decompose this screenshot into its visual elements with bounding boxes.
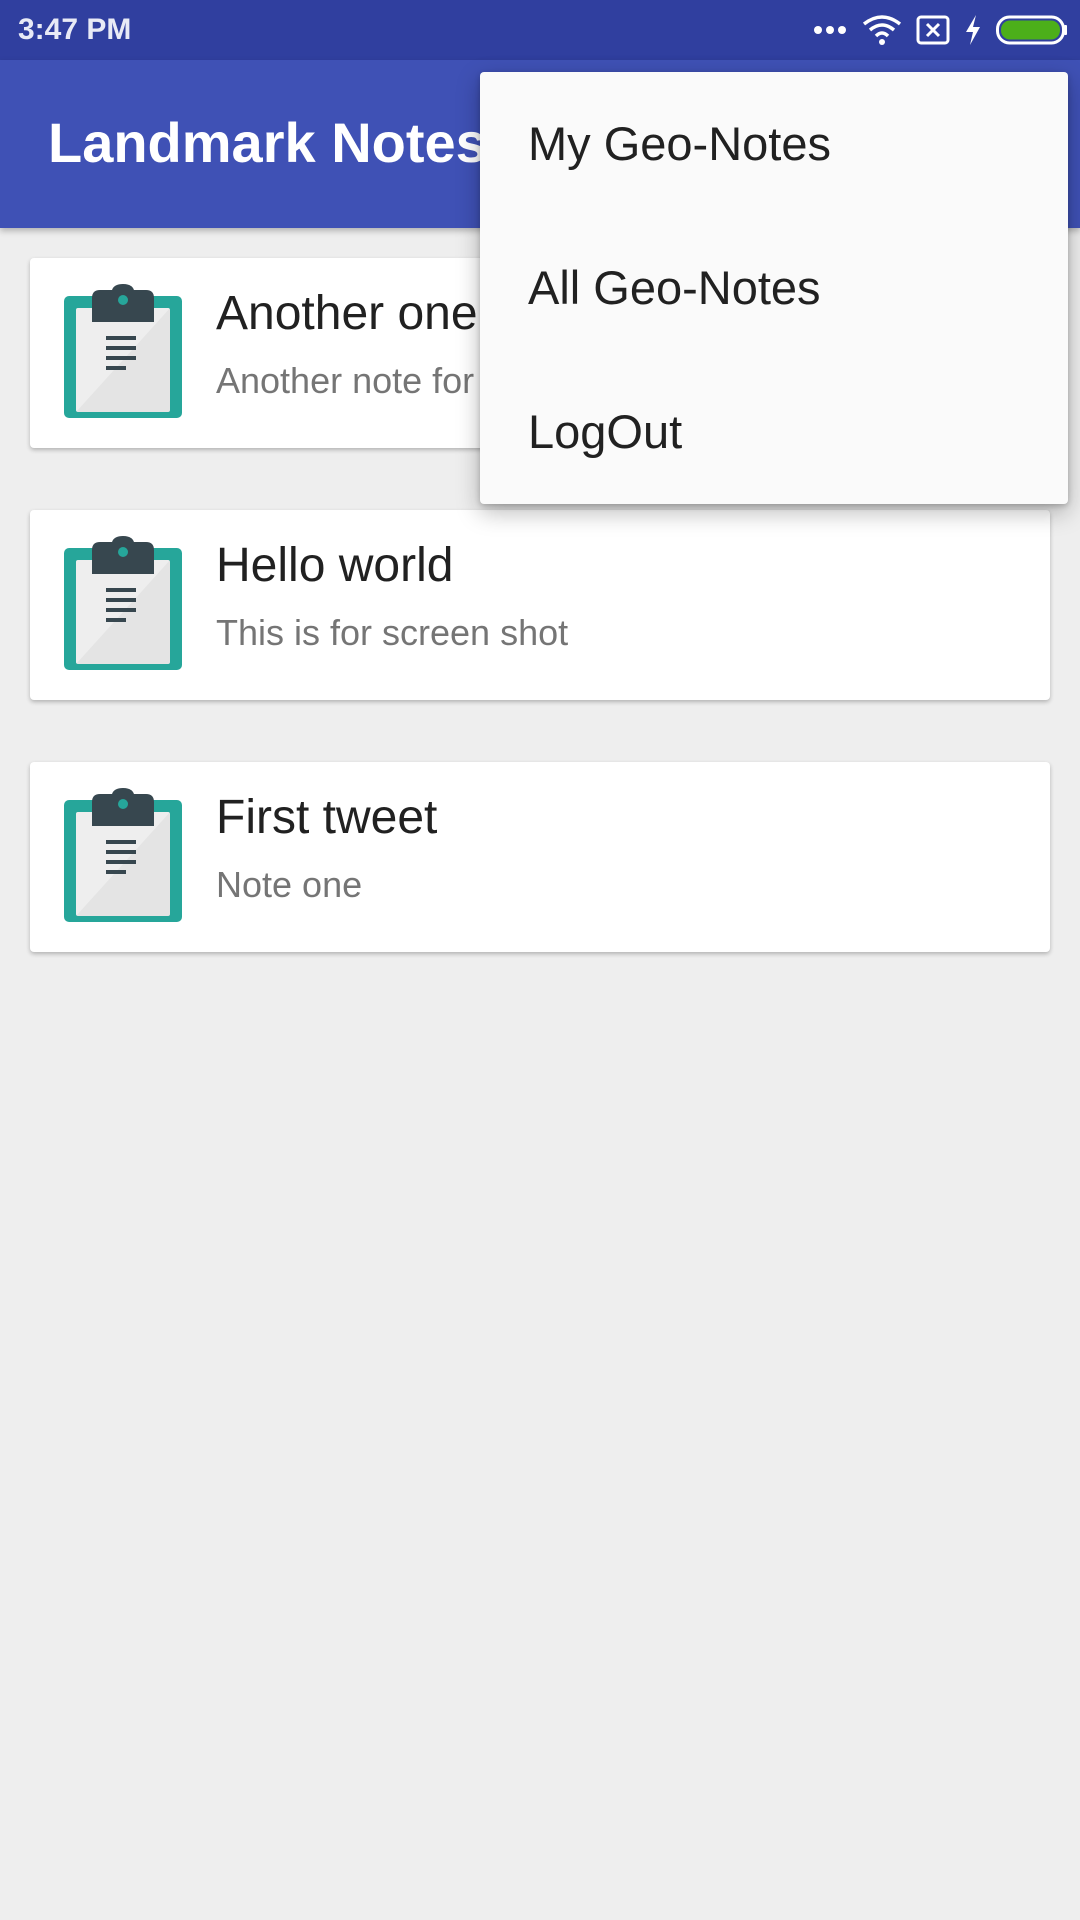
menu-item-my-geo-notes[interactable]: My Geo-Notes [480, 72, 1068, 216]
note-title: First tweet [216, 791, 438, 844]
clipboard-icon [62, 536, 184, 672]
menu-item-logout[interactable]: LogOut [480, 360, 1068, 504]
more-dots-icon [812, 24, 848, 36]
wifi-icon [862, 14, 902, 46]
note-description: Another note for [216, 360, 475, 401]
status-time: 3:47 PM [18, 13, 132, 46]
overflow-menu: My Geo-Notes All Geo-Notes LogOut [480, 72, 1068, 504]
sim-off-icon [916, 15, 950, 45]
note-card[interactable]: First tweet Note one [30, 762, 1050, 952]
note-title: Hello world [216, 539, 454, 592]
status-icons [812, 0, 1068, 60]
app-title: Landmark Notes [48, 111, 487, 174]
clipboard-icon [62, 284, 184, 420]
note-card[interactable]: Hello world This is for screen shot [30, 510, 1050, 700]
battery-full-icon [996, 15, 1068, 45]
menu-item-all-geo-notes[interactable]: All Geo-Notes [480, 216, 1068, 360]
charging-icon [964, 15, 982, 45]
status-bar: 3:47 PM [0, 0, 1080, 60]
clipboard-icon [62, 788, 184, 924]
note-description: Note one [216, 864, 363, 905]
note-description: This is for screen shot [216, 612, 569, 653]
note-title: Another one [216, 287, 478, 340]
